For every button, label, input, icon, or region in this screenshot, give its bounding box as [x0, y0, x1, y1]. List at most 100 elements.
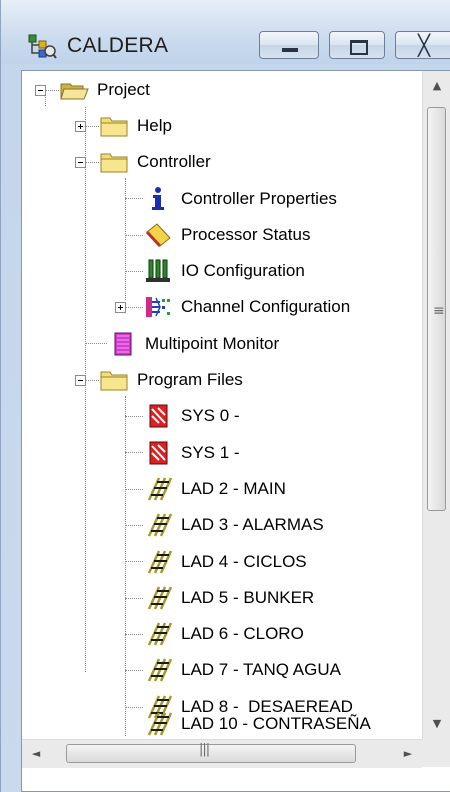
scroll-up-icon[interactable]: ▲ [423, 71, 450, 101]
ladder-file-icon [147, 550, 173, 574]
tree-line [125, 271, 143, 272]
tree-item-project[interactable]: Project [59, 73, 150, 107]
tree-item-label: SYS 0 - [181, 406, 240, 425]
tree-item-lad-2[interactable]: LAD 2 - MAIN [143, 472, 286, 506]
tree-line [125, 178, 126, 300]
tree-item-controller-properties[interactable]: Controller Properties [143, 182, 337, 216]
sys-file-icon [149, 404, 168, 428]
sys-file-icon [149, 441, 168, 465]
tree-line [125, 452, 143, 453]
close-button[interactable]: ╳ [395, 31, 450, 59]
tree-item-lad-10-row[interactable]: LAD 10 - CONTRASEÑA [143, 707, 371, 741]
tree-line [125, 396, 126, 736]
close-icon: ╳ [418, 33, 431, 57]
expand-channel-configuration-toggle[interactable] [115, 302, 126, 313]
tree-item-program-files[interactable]: Program Files [99, 363, 243, 397]
ladder-file-icon [147, 586, 173, 610]
tree-item-sys-1[interactable]: SYS 1 - [143, 436, 240, 470]
title-bar[interactable]: CALDERA ╳ [1, 0, 450, 64]
tree-item-controller[interactable]: Controller [99, 145, 211, 179]
scroll-down-icon[interactable]: ▼ [423, 709, 450, 739]
info-icon [152, 187, 164, 210]
folder-icon [100, 117, 128, 137]
folder-icon [100, 371, 128, 391]
grip-icon: ≡ [433, 303, 445, 319]
tree-item-label: LAD 3 - ALARMAS [181, 515, 324, 534]
tree-line [125, 525, 143, 526]
maximize-icon [350, 40, 368, 55]
tree-item-lad-4[interactable]: LAD 4 - CICLOS [143, 545, 307, 579]
caldera-window: CALDERA ╳ Project Help Controller Contro… [0, 0, 450, 792]
tree-item-label: Help [137, 116, 172, 135]
open-folder-icon [60, 83, 89, 100]
tree-item-lad-5[interactable]: LAD 5 - BUNKER [143, 581, 314, 615]
collapse-controller-toggle[interactable] [75, 157, 86, 168]
tree-line [125, 634, 143, 635]
processor-status-icon [145, 223, 171, 248]
tree-item-label: Controller Properties [181, 189, 337, 208]
tree-item-label: LAD 7 - TANQ AGUA [181, 660, 341, 679]
tree-item-lad-6[interactable]: LAD 6 - CLORO [143, 617, 304, 651]
tree-line [125, 561, 143, 562]
ladder-file-icon [147, 712, 173, 736]
tree-item-label: Processor Status [181, 225, 311, 244]
ladder-file-icon [147, 622, 173, 646]
vertical-scroll-thumb[interactable]: ≡ [427, 107, 446, 511]
collapse-program-files-toggle[interactable] [75, 375, 86, 386]
tree-item-label: Project [97, 80, 150, 99]
tree-item-label: SYS 1 - [181, 443, 240, 462]
tree-item-label: LAD 2 - MAIN [181, 479, 286, 498]
tree-item-help[interactable]: Help [99, 109, 172, 143]
horizontal-scrollbar[interactable]: ◄ ||| ► [22, 739, 422, 768]
collapse-project-toggle[interactable] [35, 85, 46, 96]
vertical-scrollbar[interactable]: ▲ ≡ ▼ [422, 71, 450, 739]
expand-help-toggle[interactable] [75, 121, 86, 132]
channel-configuration-icon [146, 297, 170, 317]
tree-item-label: Program Files [137, 370, 243, 389]
project-tree-panel: Project Help Controller Controller Prope… [21, 70, 450, 792]
tree-line [85, 107, 86, 672]
minimize-button[interactable] [259, 31, 319, 59]
size-grip[interactable] [422, 739, 450, 767]
scroll-left-icon[interactable]: ◄ [22, 740, 50, 768]
tree-line [125, 489, 143, 490]
ladder-file-icon [147, 477, 173, 501]
maximize-button[interactable] [329, 31, 385, 59]
tree-item-label: LAD 4 - CICLOS [181, 552, 307, 571]
tree-line [85, 380, 99, 381]
tree-line [125, 598, 143, 599]
scroll-right-icon[interactable]: ► [394, 740, 422, 768]
tree-item-label: LAD 6 - CLORO [181, 624, 304, 643]
tree-line [125, 416, 143, 417]
ladder-file-icon [147, 513, 173, 537]
project-tree-icon [28, 34, 57, 59]
tree-item-label: Controller [137, 152, 211, 171]
folder-icon [100, 153, 128, 173]
tree-line [85, 343, 107, 344]
window-title: CALDERA [67, 34, 169, 57]
tree-line [125, 707, 143, 708]
tree-item-label: Channel Configuration [181, 297, 351, 316]
tree-item-label: LAD 10 - CONTRASEÑA [181, 714, 371, 733]
tree-item-label: Multipoint Monitor [145, 334, 280, 353]
project-tree: Project Help Controller Controller Prope… [22, 71, 420, 741]
tree-item-sys-0[interactable]: SYS 0 - [143, 399, 240, 433]
tree-item-processor-status[interactable]: Processor Status [143, 218, 310, 252]
tree-line [125, 198, 143, 199]
ladder-file-icon [147, 658, 173, 682]
tree-item-label: IO Configuration [181, 261, 305, 280]
tree-line [125, 235, 143, 236]
tree-line [125, 307, 143, 308]
horizontal-scroll-thumb[interactable]: ||| [66, 742, 356, 763]
tree-item-lad-3[interactable]: LAD 3 - ALARMAS [143, 508, 324, 542]
tree-line [85, 126, 99, 127]
tree-item-io-configuration[interactable]: IO Configuration [143, 254, 305, 288]
tree-item-multipoint-monitor[interactable]: Multipoint Monitor [107, 327, 279, 361]
io-configuration-icon [146, 259, 170, 282]
tree-item-lad-7[interactable]: LAD 7 - TANQ AGUA [143, 653, 341, 687]
tree-item-label: LAD 5 - BUNKER [181, 588, 315, 607]
tree-item-channel-configuration[interactable]: Channel Configuration [143, 290, 350, 324]
monitor-icon [114, 332, 132, 356]
tree-line [85, 162, 99, 163]
minimize-icon [282, 48, 298, 52]
